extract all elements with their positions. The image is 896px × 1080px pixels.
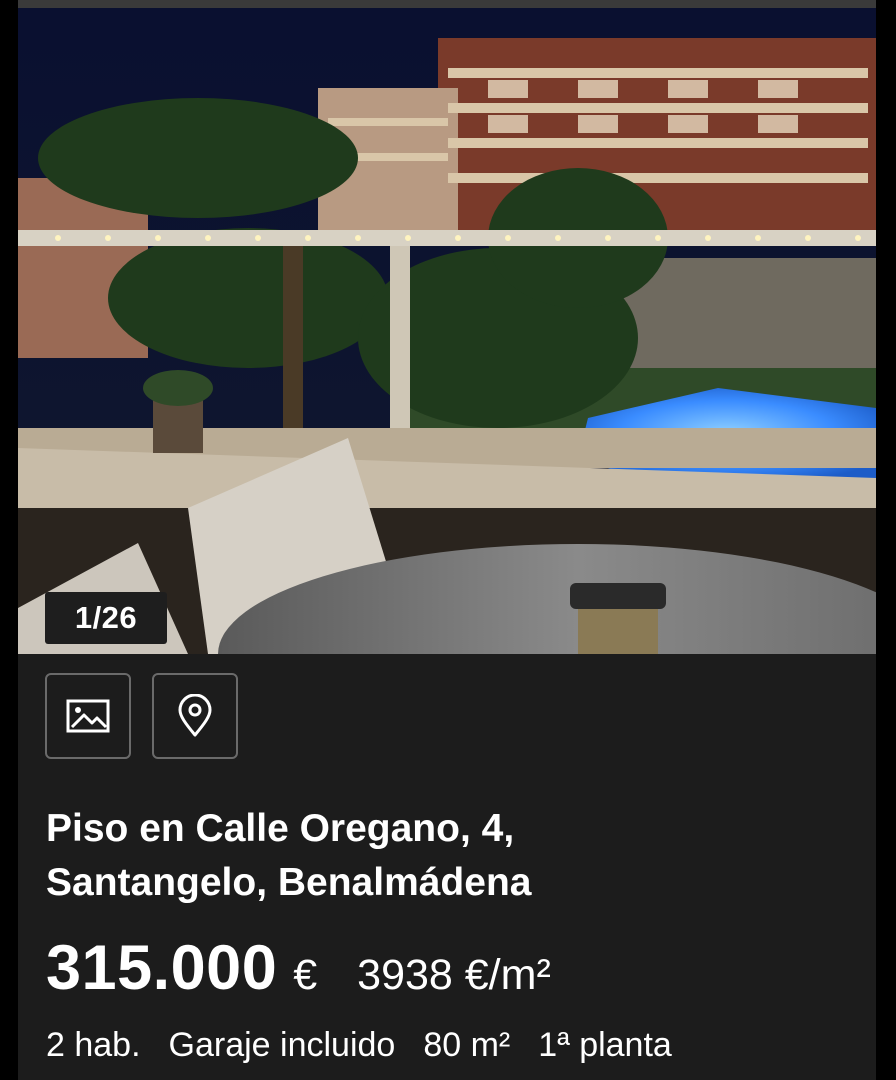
top-divider [18, 0, 876, 8]
price-row: 315.000 € 3938 €/m² [46, 932, 551, 1008]
feature-rooms: 2 hab. [46, 1026, 141, 1064]
currency: € [293, 951, 318, 999]
features-row: 2 hab. Garaje incluido 80 m² 1ª planta [46, 1026, 700, 1080]
listing-card[interactable]: 1/26 Piso en Calle Oregano, 4, Santangel… [18, 0, 876, 1080]
photo-counter: 1/26 [45, 592, 167, 644]
map-button[interactable] [152, 673, 238, 759]
feature-area: 80 m² [423, 1026, 511, 1064]
price-per-m2: 3938 €/m² [357, 951, 551, 999]
price: 315.000 [46, 933, 278, 1003]
feature-garage: Garaje incluido [168, 1026, 396, 1064]
title-line-1: Piso en Calle Oregano, 4, [46, 807, 515, 850]
location-pin-icon [178, 694, 212, 737]
listing-title[interactable]: Piso en Calle Oregano, 4, Santangelo, Be… [46, 802, 846, 910]
image-icon [66, 699, 110, 733]
listing-photo[interactable]: 1/26 [18, 8, 876, 654]
title-line-2: Santangelo, Benalmádena [46, 861, 532, 904]
feature-floor: 1ª planta [538, 1026, 672, 1064]
gallery-button[interactable] [45, 673, 131, 759]
